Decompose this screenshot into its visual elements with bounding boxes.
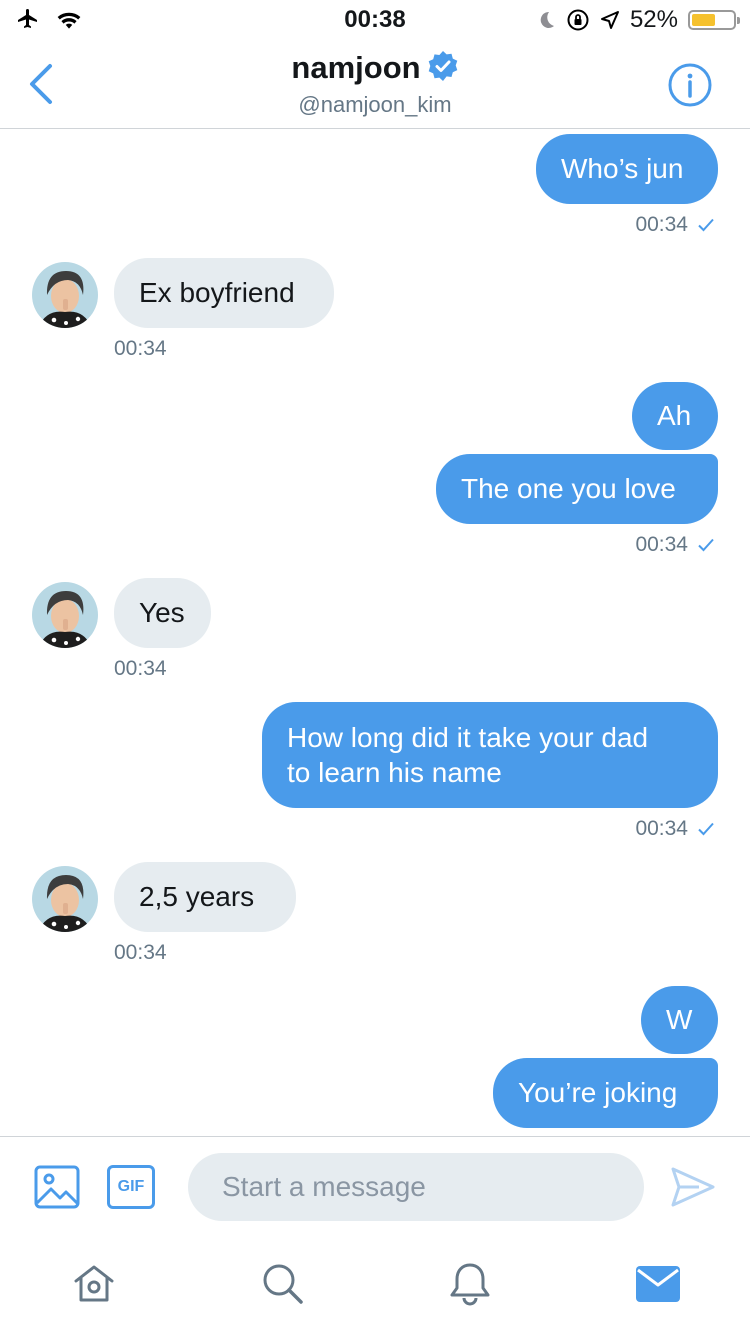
message-timestamp: 00:34 xyxy=(635,533,714,557)
message-timestamp: 00:34 xyxy=(114,657,167,681)
received-message[interactable]: 2,5 years xyxy=(114,862,296,932)
checkmark-icon xyxy=(698,218,714,232)
message-text: W xyxy=(666,1004,693,1035)
contact-name-row[interactable]: namjoon xyxy=(0,50,750,86)
image-icon[interactable] xyxy=(34,1165,80,1209)
gif-button[interactable]: GIF xyxy=(107,1165,155,1209)
info-icon[interactable] xyxy=(668,63,712,107)
contact-name: namjoon xyxy=(291,50,421,85)
message-text-line: How long did it take your dad xyxy=(287,722,649,753)
battery-percent: 52% xyxy=(629,6,678,33)
message-input[interactable] xyxy=(188,1153,644,1221)
message-text: The one you love xyxy=(461,473,676,504)
sent-message[interactable]: Who’s jun xyxy=(536,134,718,204)
verified-badge-icon xyxy=(428,51,457,81)
received-message[interactable]: Ex boyfriend xyxy=(114,258,334,328)
sent-message[interactable]: W xyxy=(641,986,718,1054)
conversation-header: namjoon @namjoon_kim xyxy=(0,40,750,129)
search-icon[interactable] xyxy=(258,1260,306,1308)
avatar[interactable] xyxy=(32,582,98,648)
status-right: 52% xyxy=(536,6,740,34)
timestamp-text: 00:34 xyxy=(635,817,688,840)
rotation-lock-icon xyxy=(567,9,589,31)
message-text: 2,5 years xyxy=(139,881,255,912)
timestamp-text: 00:34 xyxy=(114,337,167,360)
moon-icon xyxy=(540,11,554,28)
timestamp-text: 00:34 xyxy=(114,657,167,680)
message-timestamp: 00:34 xyxy=(114,337,167,361)
received-message[interactable]: Yes xyxy=(114,578,211,648)
message-composer: GIF xyxy=(0,1136,750,1241)
message-timestamp: 00:34 xyxy=(114,941,167,965)
message-text: Ah xyxy=(657,400,692,431)
bell-icon[interactable] xyxy=(446,1260,494,1308)
checkmark-icon xyxy=(698,822,714,836)
bottom-tab-bar xyxy=(0,1240,750,1334)
message-text: Ex boyfriend xyxy=(139,277,295,308)
avatar[interactable] xyxy=(32,866,98,932)
timestamp-text: 00:34 xyxy=(635,533,688,556)
message-timestamp: 00:34 xyxy=(635,213,714,237)
mail-icon[interactable] xyxy=(634,1260,682,1308)
status-bar: 00:38 52% xyxy=(0,0,750,40)
sent-message[interactable]: Ah xyxy=(632,382,718,450)
message-text: Yes xyxy=(139,597,185,628)
message-timestamp: 00:34 xyxy=(635,817,714,841)
sent-message[interactable]: How long did it take your dad to learn hi… xyxy=(262,702,718,808)
sent-message[interactable]: You’re joking xyxy=(493,1058,718,1128)
location-icon xyxy=(600,11,619,29)
avatar[interactable] xyxy=(32,262,98,328)
send-icon[interactable] xyxy=(670,1165,716,1209)
timestamp-text: 00:34 xyxy=(635,213,688,236)
timestamp-text: 00:34 xyxy=(114,941,167,964)
battery-icon xyxy=(688,10,740,30)
message-text: You’re joking xyxy=(518,1077,678,1108)
home-icon[interactable] xyxy=(70,1260,118,1308)
message-text: Who’s jun xyxy=(561,153,684,184)
sent-message[interactable]: The one you love xyxy=(436,454,718,524)
message-text-line: to learn his name xyxy=(287,757,502,788)
contact-handle: @namjoon_kim xyxy=(298,92,452,117)
checkmark-icon xyxy=(698,538,714,552)
